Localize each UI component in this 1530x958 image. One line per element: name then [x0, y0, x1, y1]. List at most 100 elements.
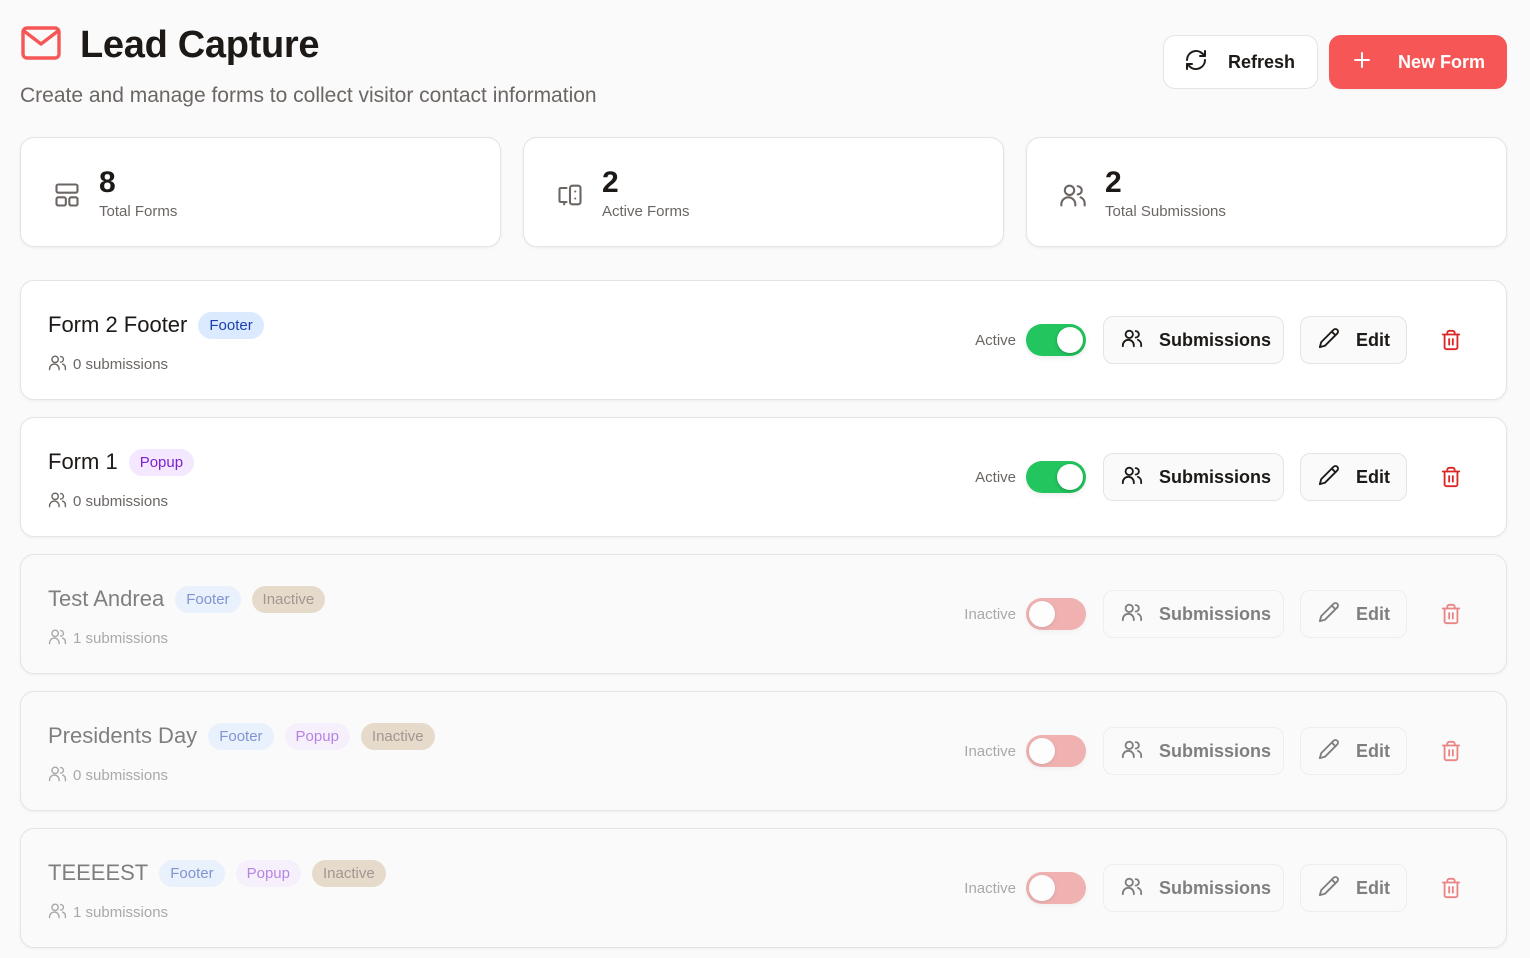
form-name: Test Andrea: [48, 586, 165, 611]
edit-label: Edit: [1356, 740, 1390, 761]
badge-popup: Popup: [128, 448, 195, 476]
plus-icon: [1350, 48, 1374, 77]
form-name: Form 2 Footer: [48, 312, 188, 337]
active-toggle[interactable]: [1026, 872, 1086, 904]
stat-card-total-forms: 8 Total Forms: [20, 137, 501, 247]
users-icon: [48, 353, 67, 376]
new-form-label: New Form: [1397, 51, 1485, 72]
toggle-knob: [1057, 464, 1083, 490]
badge-popup: Popup: [284, 722, 350, 750]
trash-icon[interactable]: [1440, 329, 1462, 351]
stat-value: 8: [99, 165, 116, 199]
pencil-icon: [1318, 327, 1340, 354]
new-form-button[interactable]: New Form: [1328, 35, 1507, 89]
badge-inactive: Inactive: [251, 585, 326, 613]
active-toggle[interactable]: [1026, 735, 1086, 767]
submission-count: 0 submissions: [48, 764, 168, 787]
submissions-label: Submissions: [1159, 877, 1272, 898]
stat-label: Active Forms: [602, 202, 690, 220]
form-name-row: Test Andrea Footer Inactive: [48, 585, 326, 613]
status-label: Active: [975, 331, 1016, 349]
submission-count: 0 submissions: [48, 490, 168, 513]
page-title: Lead Capture: [80, 24, 320, 66]
active-toggle[interactable]: [1026, 324, 1086, 356]
header-actions: Refresh New Form: [1162, 35, 1507, 89]
edit-button[interactable]: Edit: [1300, 727, 1407, 775]
submissions-button[interactable]: Submissions: [1103, 727, 1284, 775]
status-label: Active: [975, 468, 1016, 486]
submission-count-label: 1 submissions: [73, 630, 169, 647]
form-card: Test Andrea Footer Inactive 1 submissions…: [20, 554, 1507, 674]
form-actions: Active Submissions Edit: [975, 453, 1506, 501]
layout-icon: [53, 171, 81, 214]
form-card: TEEEEST Footer Popup Inactive 1 submission…: [20, 828, 1507, 948]
submissions-label: Submissions: [1159, 740, 1272, 761]
stat-value: 2: [1105, 165, 1122, 199]
refresh-button[interactable]: Refresh: [1162, 35, 1318, 89]
submissions-button[interactable]: Submissions: [1103, 316, 1284, 364]
active-toggle[interactable]: [1026, 461, 1086, 493]
form-name: TEEEEST: [48, 860, 149, 885]
form-card: Form 1 Popup 0 submissions Active Submis…: [20, 417, 1507, 537]
edit-button[interactable]: Edit: [1300, 864, 1407, 912]
badge-footer: Footer: [175, 585, 241, 613]
submissions-button[interactable]: Submissions: [1103, 864, 1284, 912]
refresh-label: Refresh: [1227, 51, 1295, 72]
users-icon: [48, 901, 67, 924]
stat-value: 2: [602, 165, 619, 199]
form-card: Form 2 Footer Footer 0 submissions Activ…: [20, 280, 1507, 400]
form-actions: Inactive Submissions Edit: [964, 864, 1506, 912]
submissions-button[interactable]: Submissions: [1103, 453, 1284, 501]
status-label: Inactive: [964, 742, 1016, 760]
form-name-row: Form 2 Footer Footer: [48, 311, 264, 339]
stats-row: 8 Total Forms 2 Active Forms 2 Total Sub…: [20, 137, 1507, 247]
form-name: Presidents Day: [48, 723, 198, 748]
badge-inactive: Inactive: [360, 722, 435, 750]
trash-icon[interactable]: [1440, 877, 1462, 899]
refresh-icon: [1184, 48, 1208, 77]
badge-footer: Footer: [198, 311, 264, 339]
badge-footer: Footer: [159, 859, 225, 887]
trash-icon[interactable]: [1440, 740, 1462, 762]
edit-button[interactable]: Edit: [1300, 590, 1407, 638]
form-actions: Active Submissions Edit: [975, 316, 1506, 364]
submission-count-label: 0 submissions: [73, 356, 169, 373]
pencil-icon: [1318, 738, 1340, 765]
submissions-label: Submissions: [1159, 603, 1272, 624]
active-toggle[interactable]: [1026, 598, 1086, 630]
users-icon: [1121, 601, 1143, 628]
users-icon: [48, 764, 67, 787]
submission-count-label: 1 submissions: [73, 904, 169, 921]
form-actions: Inactive Submissions Edit: [964, 590, 1506, 638]
trash-icon[interactable]: [1440, 603, 1462, 625]
form-card: Presidents Day Footer Popup Inactive 0 sub…: [20, 691, 1507, 811]
edit-label: Edit: [1356, 877, 1390, 898]
stat-card-active-forms: 2 Active Forms: [523, 137, 1004, 247]
forms-list: Form 2 Footer Footer 0 submissions Activ…: [20, 280, 1507, 958]
page-header: Lead Capture Create and manage forms to …: [20, 22, 1507, 112]
toggle-knob: [1029, 601, 1055, 627]
users-icon: [48, 490, 67, 513]
mail-icon: [20, 25, 62, 66]
edit-label: Edit: [1356, 466, 1390, 487]
stat-label: Total Submissions: [1105, 202, 1226, 220]
edit-button[interactable]: Edit: [1300, 453, 1407, 501]
submission-count-label: 0 submissions: [73, 493, 169, 510]
users-icon: [1121, 738, 1143, 765]
devices-icon: [556, 171, 584, 214]
users-icon: [1121, 327, 1143, 354]
stat-card-total-submissions: 2 Total Submissions: [1026, 137, 1507, 247]
users-icon: [1121, 875, 1143, 902]
form-actions: Inactive Submissions Edit: [964, 727, 1506, 775]
trash-icon[interactable]: [1440, 466, 1462, 488]
toggle-knob: [1029, 738, 1055, 764]
submission-count: 1 submissions: [48, 901, 168, 924]
submission-count: 1 submissions: [48, 627, 168, 650]
pencil-icon: [1318, 464, 1340, 491]
form-name: Form 1: [48, 449, 118, 474]
status-label: Inactive: [964, 879, 1016, 897]
stat-label: Total Forms: [99, 202, 178, 220]
edit-button[interactable]: Edit: [1300, 316, 1407, 364]
submissions-label: Submissions: [1159, 466, 1272, 487]
submissions-button[interactable]: Submissions: [1103, 590, 1284, 638]
